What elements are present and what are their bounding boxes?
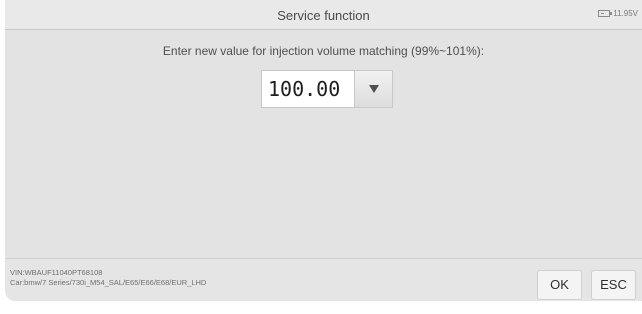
ok-button[interactable]: OK: [537, 270, 582, 300]
value-dropdown-button[interactable]: [355, 70, 393, 108]
vehicle-info: VIN:WBAUF11040PT68108 Car:bmw/7 Series/7…: [10, 268, 206, 288]
service-function-screen: Service function 11.95V Enter new value …: [0, 0, 642, 314]
injection-volume-input[interactable]: 100.00: [261, 70, 355, 108]
battery-voltage: 11.95V: [613, 9, 638, 18]
chevron-down-icon: [368, 85, 379, 93]
input-prompt: Enter new value for injection volume mat…: [162, 44, 485, 58]
car-label: Car:bmw/7 Series/730i_M54_SAL/E65/E66/E6…: [10, 278, 207, 287]
battery-icon: [598, 10, 613, 17]
footer-bar: VIN:WBAUF11040PT68108 Car:bmw/7 Series/7…: [5, 258, 642, 301]
battery-status: 11.95V: [598, 9, 638, 18]
esc-button[interactable]: ESC: [591, 270, 636, 300]
title-bar: Service function 11.95V: [5, 0, 642, 30]
page-title: Service function: [277, 8, 370, 23]
vin-label: VIN:WBAUF11040PT68108: [10, 268, 103, 277]
